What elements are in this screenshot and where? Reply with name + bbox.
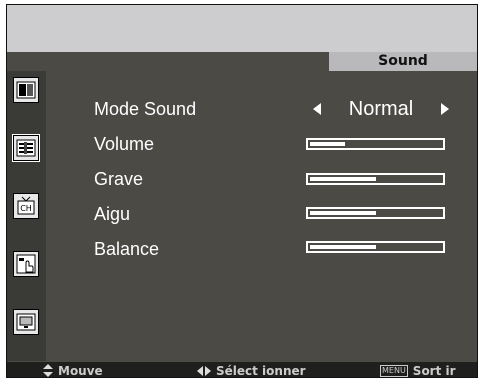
select-hint: Sélect ionner xyxy=(197,362,306,378)
select-hint-label: Sélect ionner xyxy=(216,363,306,378)
menu-key-icon: MENU xyxy=(380,364,408,377)
mode-sound-select[interactable]: Normal xyxy=(313,98,449,120)
left-right-icon xyxy=(197,365,211,376)
volume-label: Volume xyxy=(94,134,155,154)
arrow-right-icon[interactable] xyxy=(440,103,449,115)
mode-sound-label: Mode Sound xyxy=(94,99,197,119)
move-hint: Mouve xyxy=(43,362,103,378)
osd-top-bar xyxy=(7,5,477,52)
arrow-left-icon[interactable] xyxy=(313,103,321,115)
section-title: Sound xyxy=(329,52,477,71)
grave-slider[interactable] xyxy=(306,173,445,185)
picture-icon[interactable] xyxy=(13,77,39,103)
balance-slider[interactable] xyxy=(306,241,445,253)
volume-slider[interactable] xyxy=(306,138,445,150)
osd-menu: Sound CH Mode Sound Normal Volume Grave … xyxy=(6,4,478,378)
balance-label: Balance xyxy=(94,239,160,259)
screen-icon[interactable] xyxy=(13,309,39,335)
sidebar: CH xyxy=(7,71,46,361)
aigu-label: Aigu xyxy=(94,204,131,224)
hint-bar: Mouve Sélect ionner MENU Sort ir xyxy=(7,362,477,378)
mode-sound-value: Normal xyxy=(348,97,414,120)
move-hint-label: Mouve xyxy=(58,363,103,378)
balance-slider-fill xyxy=(310,245,376,249)
aigu-slider-fill xyxy=(310,211,376,215)
volume-slider-fill xyxy=(310,142,345,146)
sound-icon[interactable] xyxy=(12,134,40,162)
channel-icon[interactable]: CH xyxy=(13,193,39,219)
channel-icon-label: CH xyxy=(20,204,32,213)
grave-slider-fill xyxy=(310,177,376,181)
up-down-icon xyxy=(43,364,53,377)
exit-hint: MENU Sort ir xyxy=(380,362,456,378)
grave-label: Grave xyxy=(94,169,144,189)
setup-hand-icon[interactable] xyxy=(13,251,39,277)
aigu-slider[interactable] xyxy=(306,207,445,219)
exit-hint-label: Sort ir xyxy=(412,363,456,378)
